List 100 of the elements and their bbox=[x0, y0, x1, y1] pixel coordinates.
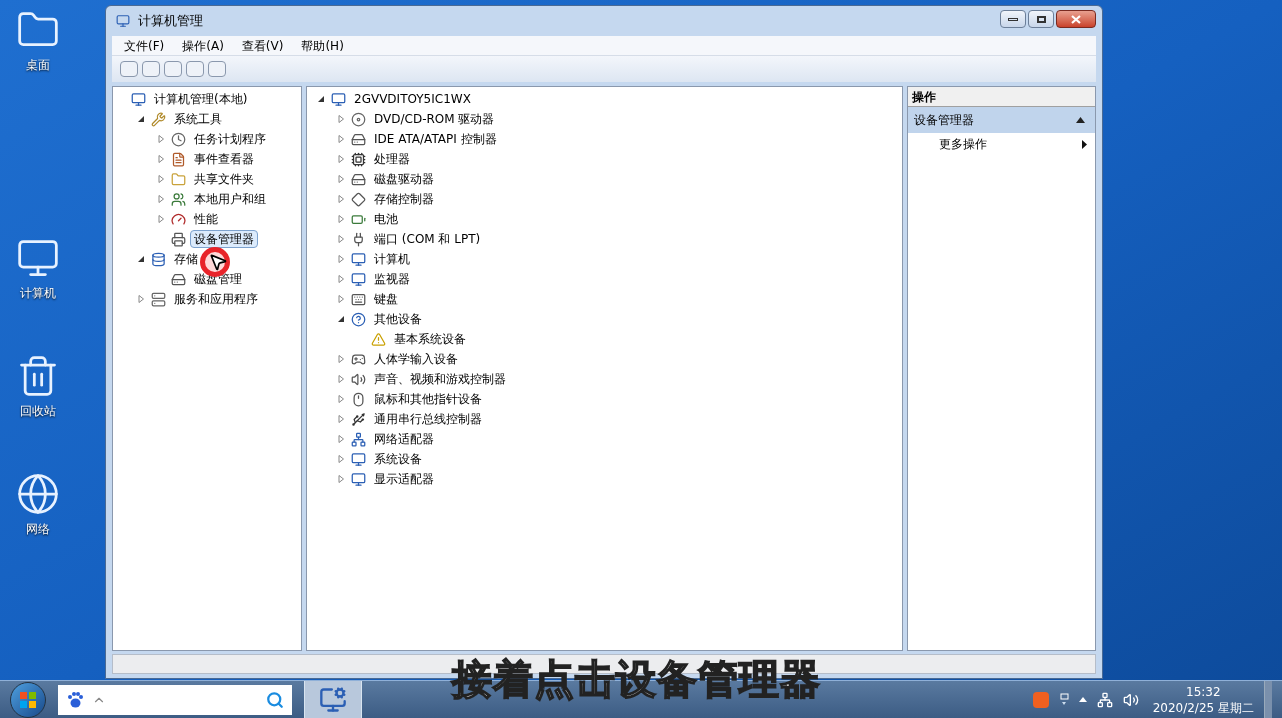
expand-icon[interactable] bbox=[337, 475, 345, 483]
tree-item[interactable]: 存储控制器 bbox=[370, 190, 438, 208]
expand-icon[interactable] bbox=[337, 235, 345, 243]
tree-item[interactable]: 计算机 bbox=[370, 250, 414, 268]
expand-icon[interactable] bbox=[337, 395, 345, 403]
computer-management-icon bbox=[319, 685, 347, 714]
tree-item[interactable]: 设备管理器 bbox=[190, 230, 258, 248]
desktop-icon-label[interactable]: 桌面 bbox=[26, 56, 50, 74]
clock-date[interactable]: 2020/2/25 星期二 bbox=[1152, 699, 1254, 716]
network-icon[interactable] bbox=[16, 472, 60, 516]
expand-icon[interactable] bbox=[337, 275, 345, 283]
tree-item[interactable]: 网络适配器 bbox=[370, 430, 438, 448]
toolbar-icon[interactable] bbox=[186, 61, 204, 77]
search-field[interactable] bbox=[58, 684, 292, 715]
tree-item[interactable]: 电池 bbox=[370, 210, 402, 228]
expand-icon[interactable] bbox=[337, 375, 345, 383]
users-icon bbox=[171, 191, 186, 207]
windows-logo-icon bbox=[19, 690, 37, 709]
tree-item[interactable]: 通用串行总线控制器 bbox=[370, 410, 486, 428]
tree-item[interactable]: 监视器 bbox=[370, 270, 414, 288]
tree-item[interactable]: 其他设备 bbox=[370, 310, 426, 328]
search-icon[interactable] bbox=[266, 690, 284, 709]
collapse-icon[interactable] bbox=[337, 315, 345, 323]
taskbar-app-button[interactable] bbox=[304, 680, 362, 718]
volume-icon[interactable] bbox=[1122, 691, 1139, 708]
expand-icon[interactable] bbox=[337, 295, 345, 303]
desktop-icon-label[interactable]: 网络 bbox=[26, 520, 50, 538]
network-icon[interactable] bbox=[1096, 691, 1113, 708]
expand-icon[interactable] bbox=[337, 355, 345, 363]
tree-item[interactable]: 键盘 bbox=[370, 290, 402, 308]
computer-icon bbox=[131, 91, 146, 107]
collapse-icon[interactable] bbox=[317, 95, 325, 103]
toolbar-icon[interactable] bbox=[164, 61, 182, 77]
maximize-button[interactable] bbox=[1028, 10, 1054, 28]
expand-icon[interactable] bbox=[337, 155, 345, 163]
toolbar-icon[interactable] bbox=[142, 61, 160, 77]
warning-icon bbox=[371, 331, 386, 347]
expand-icon[interactable] bbox=[157, 215, 165, 223]
tree-item[interactable]: 磁盘驱动器 bbox=[370, 170, 438, 188]
tree-item[interactable]: 显示适配器 bbox=[370, 470, 438, 488]
close-icon bbox=[1071, 14, 1081, 24]
expand-icon[interactable] bbox=[337, 435, 345, 443]
collapse-icon[interactable] bbox=[1076, 117, 1085, 123]
tree-item[interactable]: 事件查看器 bbox=[190, 150, 258, 168]
tree-item[interactable]: 鼠标和其他指针设备 bbox=[370, 390, 486, 408]
expand-icon[interactable] bbox=[157, 155, 165, 163]
tree-item[interactable]: DVD/CD-ROM 驱动器 bbox=[370, 110, 499, 128]
expand-icon[interactable] bbox=[337, 415, 345, 423]
start-button[interactable] bbox=[10, 681, 46, 718]
toolbar-icon[interactable] bbox=[120, 61, 138, 77]
tray-arrow-icon[interactable] bbox=[1078, 697, 1087, 702]
tree-item[interactable]: 本地用户和组 bbox=[190, 190, 270, 208]
tree-item[interactable]: 系统工具 bbox=[170, 110, 226, 128]
expand-icon[interactable] bbox=[337, 135, 345, 143]
actions-section[interactable]: 设备管理器 bbox=[908, 107, 1095, 133]
disc-icon bbox=[351, 111, 366, 127]
clock-time[interactable]: 15:32 bbox=[1186, 683, 1221, 700]
menu-item[interactable]: 文件(F) bbox=[124, 36, 165, 55]
window-title: 计算机管理 bbox=[138, 12, 203, 31]
expand-icon[interactable] bbox=[337, 215, 345, 223]
tree-item[interactable]: 共享文件夹 bbox=[190, 170, 258, 188]
tree-item[interactable]: 系统设备 bbox=[370, 450, 426, 468]
collapse-icon[interactable] bbox=[137, 255, 145, 263]
menu-item[interactable]: 操作(A) bbox=[182, 36, 224, 55]
action-item[interactable]: 更多操作 bbox=[908, 133, 1095, 155]
tree-item[interactable]: 人体学输入设备 bbox=[370, 350, 462, 368]
speaker-icon bbox=[351, 371, 366, 387]
expand-icon[interactable] bbox=[337, 175, 345, 183]
tree-item[interactable]: 处理器 bbox=[370, 150, 414, 168]
submenu-arrow-icon bbox=[1082, 139, 1087, 149]
plug-icon bbox=[351, 231, 366, 247]
expand-icon[interactable] bbox=[157, 175, 165, 183]
tree-item[interactable]: 服务和应用程序 bbox=[170, 290, 262, 308]
expand-icon[interactable] bbox=[337, 255, 345, 263]
tree-item[interactable]: IDE ATA/ATAPI 控制器 bbox=[370, 130, 501, 148]
minimize-button[interactable] bbox=[1000, 10, 1026, 28]
app-icon bbox=[116, 14, 130, 28]
clock-icon bbox=[171, 131, 186, 147]
server-icon bbox=[151, 291, 166, 307]
collapse-icon[interactable] bbox=[137, 115, 145, 123]
expand-icon[interactable] bbox=[337, 115, 345, 123]
expand-icon[interactable] bbox=[337, 455, 345, 463]
menu-item[interactable]: 帮助(H) bbox=[301, 36, 344, 55]
close-button[interactable] bbox=[1056, 10, 1096, 28]
tree-item[interactable]: 任务计划程序 bbox=[190, 130, 270, 148]
tree-item[interactable]: 端口 (COM 和 LPT) bbox=[370, 230, 485, 248]
expand-icon[interactable] bbox=[157, 195, 165, 203]
tree-item[interactable]: 声音、视频和游戏控制器 bbox=[370, 370, 510, 388]
desktop-icon-label[interactable]: 回收站 bbox=[20, 402, 56, 420]
expand-icon[interactable] bbox=[337, 195, 345, 203]
expand-icon[interactable] bbox=[157, 135, 165, 143]
expand-icon[interactable] bbox=[137, 295, 145, 303]
tree-item[interactable]: 2GVVDITOY5IC1WX bbox=[350, 90, 475, 108]
menu-item[interactable]: 查看(V) bbox=[241, 36, 284, 55]
tree-item[interactable]: 存储 bbox=[170, 250, 202, 268]
tree-item[interactable]: 性能 bbox=[190, 210, 222, 228]
tree-item[interactable]: 基本系统设备 bbox=[390, 330, 470, 348]
toolbar-icon[interactable] bbox=[208, 61, 226, 77]
tree-item[interactable]: 计算机管理(本地) bbox=[150, 90, 252, 108]
desktop-icon-label[interactable]: 计算机 bbox=[20, 284, 56, 302]
